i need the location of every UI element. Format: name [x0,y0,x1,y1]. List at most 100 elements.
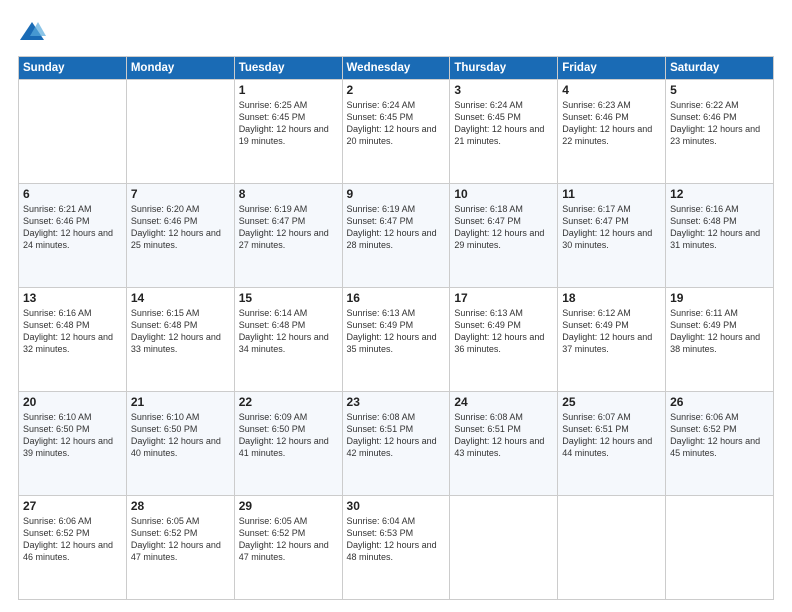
day-number: 7 [131,187,230,201]
day-number: 13 [23,291,122,305]
day-info: Sunrise: 6:21 AM Sunset: 6:46 PM Dayligh… [23,203,122,252]
day-number: 17 [454,291,553,305]
weekday-header-friday: Friday [558,57,666,80]
calendar-cell: 5 Sunrise: 6:22 AM Sunset: 6:46 PM Daylig… [666,80,774,184]
day-info: Sunrise: 6:04 AM Sunset: 6:53 PM Dayligh… [347,515,446,564]
day-info: Sunrise: 6:08 AM Sunset: 6:51 PM Dayligh… [454,411,553,460]
day-number: 14 [131,291,230,305]
calendar-week-2: 6Sunrise: 6:21 AM Sunset: 6:46 PM Daylig… [19,184,774,288]
day-info: Sunrise: 6:09 AM Sunset: 6:50 PM Dayligh… [239,411,338,460]
weekday-header-sunday: Sunday [19,57,127,80]
day-info: Sunrise: 6:18 AM Sunset: 6:47 PM Dayligh… [454,203,553,252]
day-info: Sunrise: 6:08 AM Sunset: 6:51 PM Dayligh… [347,411,446,460]
day-number: 27 [23,499,122,513]
day-number: 15 [239,291,338,305]
page: SundayMondayTuesdayWednesdayThursdayFrid… [0,0,792,612]
day-info: Sunrise: 6:05 AM Sunset: 6:52 PM Dayligh… [131,515,230,564]
calendar-cell: 19 Sunrise: 6:11 AM Sunset: 6:49 PM Dayli… [666,288,774,392]
day-info: Sunrise: 6:07 AM Sunset: 6:51 PM Dayligh… [562,411,661,460]
calendar-cell: 30 Sunrise: 6:04 AM Sunset: 6:53 PM Dayli… [342,496,450,600]
day-number: 19 [670,291,769,305]
day-info: Sunrise: 6:17 AM Sunset: 6:47 PM Dayligh… [562,203,661,252]
calendar-cell: 29 Sunrise: 6:05 AM Sunset: 6:52 PM Dayli… [234,496,342,600]
logo [18,18,50,46]
day-info: Sunrise: 6:12 AM Sunset: 6:49 PM Dayligh… [562,307,661,356]
day-number: 16 [347,291,446,305]
calendar-cell: 14 Sunrise: 6:15 AM Sunset: 6:48 PM Dayli… [126,288,234,392]
calendar-cell: 16 Sunrise: 6:13 AM Sunset: 6:49 PM Dayli… [342,288,450,392]
calendar-week-3: 13Sunrise: 6:16 AM Sunset: 6:48 PM Dayli… [19,288,774,392]
calendar-cell: 18 Sunrise: 6:12 AM Sunset: 6:49 PM Dayli… [558,288,666,392]
day-info: Sunrise: 6:06 AM Sunset: 6:52 PM Dayligh… [670,411,769,460]
calendar-cell: 7 Sunrise: 6:20 AM Sunset: 6:46 PM Daylig… [126,184,234,288]
calendar-cell [19,80,127,184]
calendar-cell: 21Sunrise: 6:10 AM Sunset: 6:50 PM Dayli… [126,392,234,496]
day-info: Sunrise: 6:13 AM Sunset: 6:49 PM Dayligh… [347,307,446,356]
day-number: 3 [454,83,553,97]
calendar-table: SundayMondayTuesdayWednesdayThursdayFrid… [18,56,774,600]
day-info: Sunrise: 6:19 AM Sunset: 6:47 PM Dayligh… [239,203,338,252]
day-info: Sunrise: 6:10 AM Sunset: 6:50 PM Dayligh… [23,411,122,460]
day-info: Sunrise: 6:25 AM Sunset: 6:45 PM Dayligh… [239,99,338,148]
calendar-cell: 12 Sunrise: 6:16 AM Sunset: 6:48 PM Dayli… [666,184,774,288]
calendar-header-row: SundayMondayTuesdayWednesdayThursdayFrid… [19,57,774,80]
calendar-cell: 24 Sunrise: 6:08 AM Sunset: 6:51 PM Dayli… [450,392,558,496]
day-number: 5 [670,83,769,97]
day-info: Sunrise: 6:05 AM Sunset: 6:52 PM Dayligh… [239,515,338,564]
day-info: Sunrise: 6:10 AM Sunset: 6:50 PM Dayligh… [131,411,230,460]
calendar-cell [126,80,234,184]
day-info: Sunrise: 6:15 AM Sunset: 6:48 PM Dayligh… [131,307,230,356]
calendar-cell: 22Sunrise: 6:09 AM Sunset: 6:50 PM Dayli… [234,392,342,496]
day-number: 30 [347,499,446,513]
calendar-cell [666,496,774,600]
day-info: Sunrise: 6:22 AM Sunset: 6:46 PM Dayligh… [670,99,769,148]
day-number: 23 [347,395,446,409]
calendar-cell: 3 Sunrise: 6:24 AM Sunset: 6:45 PM Daylig… [450,80,558,184]
calendar-cell: 25 Sunrise: 6:07 AM Sunset: 6:51 PM Dayli… [558,392,666,496]
calendar-cell: 17 Sunrise: 6:13 AM Sunset: 6:49 PM Dayli… [450,288,558,392]
day-info: Sunrise: 6:11 AM Sunset: 6:49 PM Dayligh… [670,307,769,356]
day-info: Sunrise: 6:19 AM Sunset: 6:47 PM Dayligh… [347,203,446,252]
day-info: Sunrise: 6:24 AM Sunset: 6:45 PM Dayligh… [454,99,553,148]
day-info: Sunrise: 6:24 AM Sunset: 6:45 PM Dayligh… [347,99,446,148]
day-number: 20 [23,395,122,409]
calendar-cell: 11 Sunrise: 6:17 AM Sunset: 6:47 PM Dayli… [558,184,666,288]
day-number: 24 [454,395,553,409]
day-number: 28 [131,499,230,513]
day-number: 1 [239,83,338,97]
calendar-cell: 13Sunrise: 6:16 AM Sunset: 6:48 PM Dayli… [19,288,127,392]
day-number: 8 [239,187,338,201]
day-number: 4 [562,83,661,97]
day-info: Sunrise: 6:13 AM Sunset: 6:49 PM Dayligh… [454,307,553,356]
day-number: 29 [239,499,338,513]
day-info: Sunrise: 6:06 AM Sunset: 6:52 PM Dayligh… [23,515,122,564]
weekday-header-thursday: Thursday [450,57,558,80]
day-number: 11 [562,187,661,201]
calendar-cell: 20 Sunrise: 6:10 AM Sunset: 6:50 PM Dayli… [19,392,127,496]
calendar-cell: 26 Sunrise: 6:06 AM Sunset: 6:52 PM Dayli… [666,392,774,496]
day-number: 2 [347,83,446,97]
calendar-week-5: 27 Sunrise: 6:06 AM Sunset: 6:52 PM Dayli… [19,496,774,600]
calendar-cell: 23 Sunrise: 6:08 AM Sunset: 6:51 PM Dayli… [342,392,450,496]
calendar-cell: 10Sunrise: 6:18 AM Sunset: 6:47 PM Dayli… [450,184,558,288]
weekday-header-tuesday: Tuesday [234,57,342,80]
weekday-header-wednesday: Wednesday [342,57,450,80]
calendar-cell: 4Sunrise: 6:23 AM Sunset: 6:46 PM Daylig… [558,80,666,184]
day-number: 9 [347,187,446,201]
logo-icon [18,18,46,46]
day-number: 25 [562,395,661,409]
calendar-cell: 1 Sunrise: 6:25 AM Sunset: 6:45 PM Daylig… [234,80,342,184]
calendar-cell [558,496,666,600]
day-number: 18 [562,291,661,305]
day-number: 12 [670,187,769,201]
calendar-cell: 15 Sunrise: 6:14 AM Sunset: 6:48 PM Dayli… [234,288,342,392]
day-info: Sunrise: 6:16 AM Sunset: 6:48 PM Dayligh… [670,203,769,252]
calendar-cell: 2 Sunrise: 6:24 AM Sunset: 6:45 PM Daylig… [342,80,450,184]
day-info: Sunrise: 6:14 AM Sunset: 6:48 PM Dayligh… [239,307,338,356]
day-info: Sunrise: 6:20 AM Sunset: 6:46 PM Dayligh… [131,203,230,252]
calendar-cell: 8 Sunrise: 6:19 AM Sunset: 6:47 PM Daylig… [234,184,342,288]
day-number: 26 [670,395,769,409]
calendar-cell: 28 Sunrise: 6:05 AM Sunset: 6:52 PM Dayli… [126,496,234,600]
weekday-header-saturday: Saturday [666,57,774,80]
calendar-cell: 6Sunrise: 6:21 AM Sunset: 6:46 PM Daylig… [19,184,127,288]
